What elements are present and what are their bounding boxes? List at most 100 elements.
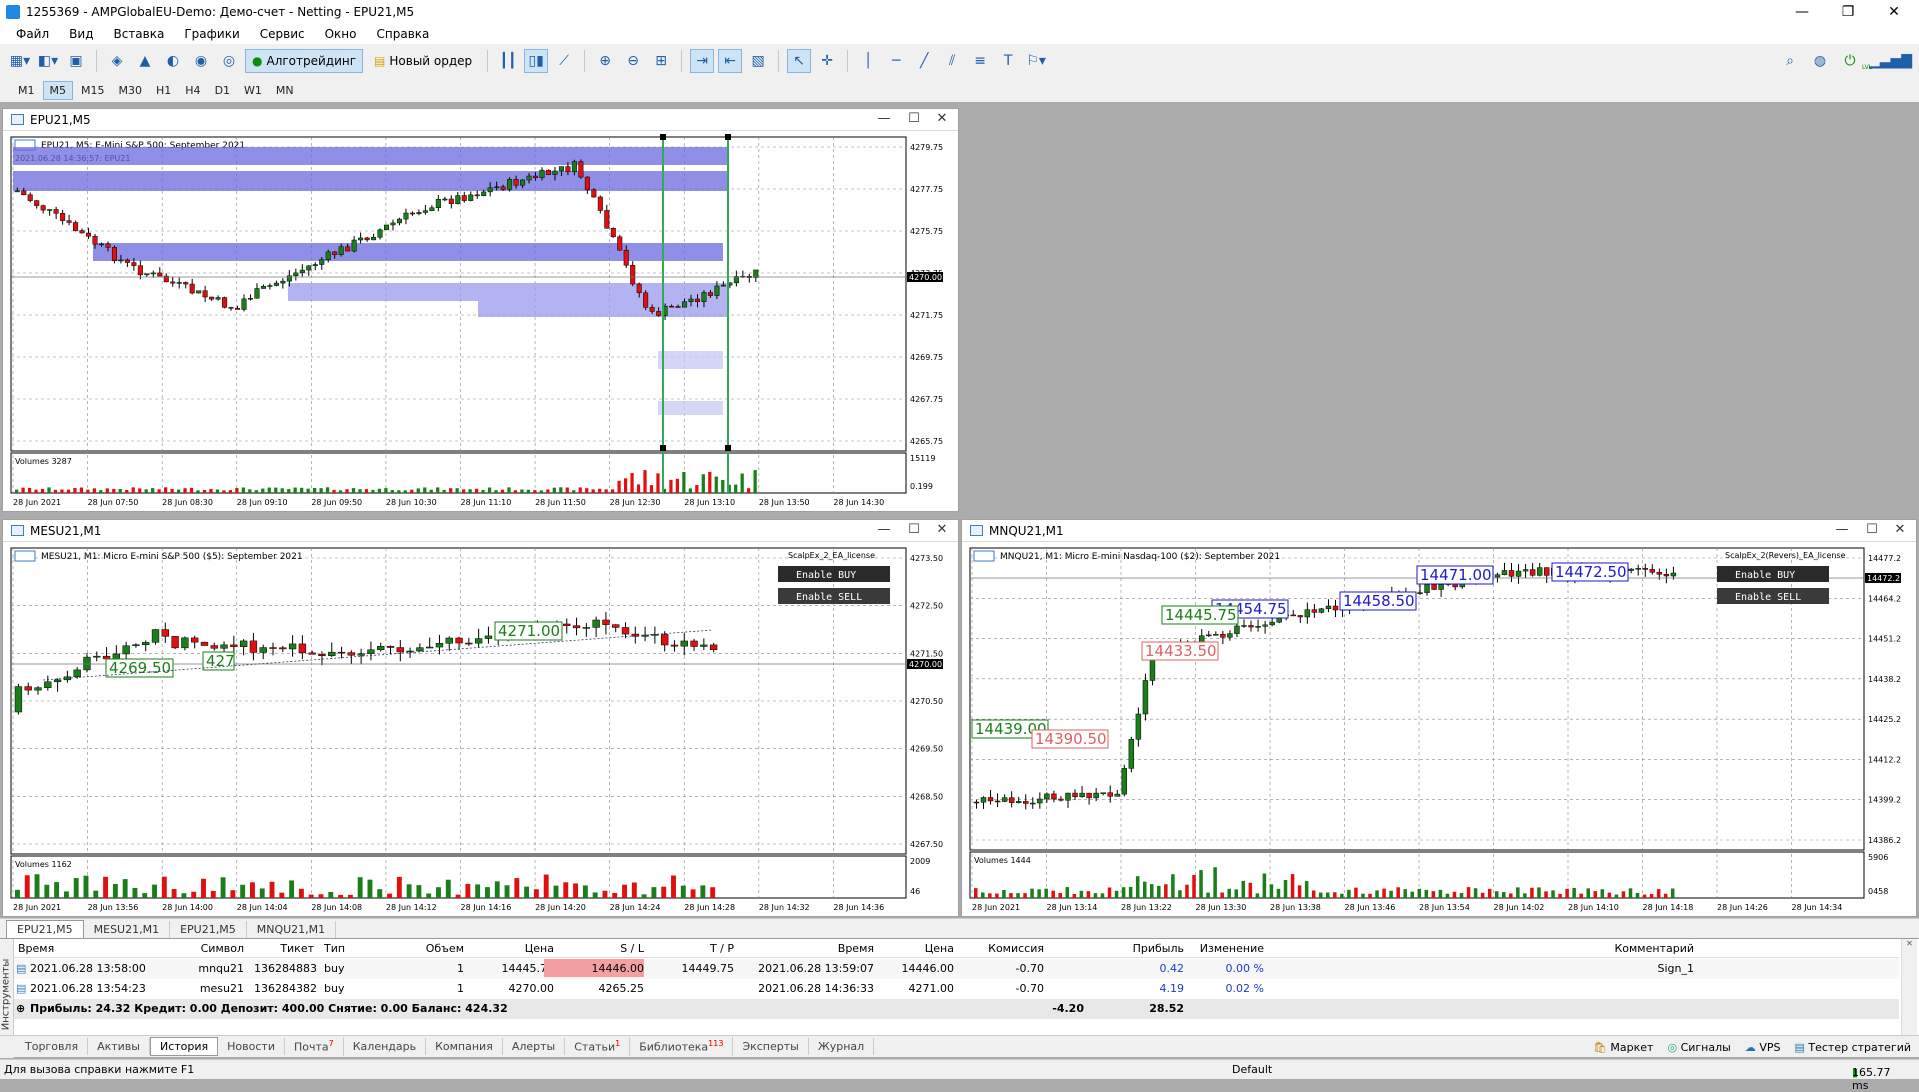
market-link[interactable]: 🛍 Маркет xyxy=(1593,1041,1654,1054)
menu-insert[interactable]: Вставка xyxy=(103,27,174,41)
indicators-icon[interactable]: ▧ xyxy=(746,49,770,73)
tf-m30[interactable]: M30 xyxy=(113,82,149,99)
minimize-button[interactable]: — xyxy=(1779,0,1825,24)
chart-close-button[interactable]: ✕ xyxy=(928,522,956,540)
restore-button[interactable]: ❐ xyxy=(1825,0,1871,24)
tf-d1[interactable]: D1 xyxy=(209,82,236,99)
bar-chart-icon[interactable]: ┃┃ xyxy=(496,49,520,73)
data-window-icon[interactable]: ◈ xyxy=(105,49,129,73)
column-header[interactable]: Символ xyxy=(184,942,244,955)
trendline-icon[interactable]: ╱ xyxy=(912,49,936,73)
search-icon[interactable]: ⌕ xyxy=(1778,49,1802,73)
column-header[interactable]: Цена xyxy=(884,942,954,955)
tf-h1[interactable]: H1 xyxy=(150,82,177,99)
tab-news[interactable]: Новости xyxy=(218,1038,285,1055)
new-chart-icon[interactable]: ▦▾ xyxy=(8,49,32,73)
chart-tab-mesu21-m1[interactable]: MESU21,M1 xyxy=(84,921,171,938)
chart-minimize-button[interactable]: — xyxy=(870,111,898,129)
table-row[interactable]: ▤ 2021.06.28 13:54:23 mesu21 136284382 buy 1 4… xyxy=(14,979,1899,999)
chart-minimize-button[interactable]: — xyxy=(1828,522,1856,540)
menu-view[interactable]: Вид xyxy=(59,27,103,41)
zoom-out-icon[interactable]: ⊖ xyxy=(621,49,645,73)
price-chart-mnqu21[interactable]: 14477.2 14464.2 14451.2 14438.2 14425.2 14412… xyxy=(962,542,1916,916)
scroll-up-icon[interactable]: ✕ xyxy=(1902,939,1917,948)
tab-experts[interactable]: Эксперты xyxy=(733,1038,809,1055)
market-watch-icon[interactable]: ▣ xyxy=(64,49,88,73)
chart-close-button[interactable]: ✕ xyxy=(928,111,956,129)
algo-trading-button[interactable]: ● Алготрейдинг xyxy=(245,49,364,73)
vertical-line-icon[interactable]: │ xyxy=(856,49,880,73)
tab-assets[interactable]: Активы xyxy=(88,1038,150,1055)
column-header[interactable]: Тикет xyxy=(254,942,314,955)
tf-m5[interactable]: M5 xyxy=(42,80,73,100)
signals-icon[interactable]: ◎ xyxy=(217,49,241,73)
chart-window-mesu21[interactable]: MESU21,M1 — ☐ ✕ 4273.50 4272.50 4271.50 427… xyxy=(2,519,959,917)
menu-help[interactable]: Справка xyxy=(367,27,440,41)
column-header[interactable]: T / P xyxy=(654,942,734,955)
chart-close-button[interactable]: ✕ xyxy=(1886,522,1914,540)
chart-tab-epu21-m5[interactable]: EPU21,M5 xyxy=(6,920,84,938)
column-header[interactable]: Объем xyxy=(404,942,464,955)
tab-journal[interactable]: Журнал xyxy=(809,1038,875,1055)
tab-library[interactable]: Библиотека113 xyxy=(630,1037,734,1056)
chart-shift-icon[interactable]: ⇤ xyxy=(718,49,743,73)
chart-window-epu21[interactable]: EPU21,M5 — ☐ ✕ 4279.754277.754275.754273… xyxy=(2,108,959,512)
expand-icon[interactable]: ⊕ xyxy=(16,1002,25,1015)
column-header[interactable]: Тип xyxy=(324,942,364,955)
tf-h4[interactable]: H4 xyxy=(179,82,206,99)
vps-link[interactable]: ☁ VPS xyxy=(1745,1041,1781,1054)
tab-company[interactable]: Компания xyxy=(426,1038,503,1055)
chart-maximize-button[interactable]: ☐ xyxy=(900,522,928,540)
profiles-icon[interactable]: ◧▾ xyxy=(36,49,60,73)
column-header[interactable]: Изменение xyxy=(1194,942,1264,955)
horizontal-line-icon[interactable]: ─ xyxy=(884,49,908,73)
column-header[interactable]: Комментарий xyxy=(1274,942,1694,955)
tab-articles[interactable]: Статьи1 xyxy=(565,1037,631,1056)
tester-icon[interactable]: ◉ xyxy=(189,49,213,73)
cursor-icon[interactable]: ↖ xyxy=(787,49,812,73)
shapes-icon[interactable]: ⚐▾ xyxy=(1024,49,1048,73)
crosshair-icon[interactable]: ✛ xyxy=(815,49,839,73)
terminal-icon[interactable]: ◐ xyxy=(161,49,185,73)
auto-scroll-icon[interactable]: ⇥ xyxy=(690,49,715,73)
chart-tab-mnqu21-m1[interactable]: MNQU21,M1 xyxy=(247,921,337,938)
tile-windows-icon[interactable]: ⊞ xyxy=(649,49,673,73)
tab-trade[interactable]: Торговля xyxy=(16,1038,89,1055)
tab-mail[interactable]: Почта7 xyxy=(285,1037,344,1056)
fibo-icon[interactable]: ≡ xyxy=(968,49,992,73)
tab-alerts[interactable]: Алерты xyxy=(503,1038,566,1055)
navigator-icon[interactable]: ▲ xyxy=(133,49,157,73)
channel-icon[interactable]: ⫽ xyxy=(940,49,964,73)
chart-maximize-button[interactable]: ☐ xyxy=(900,111,928,129)
chart-minimize-button[interactable]: — xyxy=(870,522,898,540)
column-header[interactable]: S / L xyxy=(544,942,644,955)
tf-m1[interactable]: M1 xyxy=(12,82,41,99)
zoom-in-icon[interactable]: ⊕ xyxy=(593,49,617,73)
menu-tools[interactable]: Сервис xyxy=(250,27,315,41)
column-header[interactable]: Время xyxy=(734,942,874,955)
column-header[interactable]: Комиссия xyxy=(974,942,1044,955)
new-order-button[interactable]: ▤ Новый ордер xyxy=(367,49,479,73)
chart-tab-epu21-m5-2[interactable]: EPU21,M5 xyxy=(170,921,247,938)
tf-mn[interactable]: MN xyxy=(270,82,300,99)
menu-file[interactable]: Файл xyxy=(6,27,59,41)
price-chart-epu21[interactable]: 4279.754277.754275.754273.754271.754269.… xyxy=(3,131,958,511)
menu-charts[interactable]: Графики xyxy=(174,27,249,41)
chart-window-mnqu21[interactable]: MNQU21,M1 — ☐ ✕ 14477.2 14464.2 14451.2 144… xyxy=(961,519,1917,917)
tab-calendar[interactable]: Календарь xyxy=(344,1038,427,1055)
column-header[interactable]: Прибыль xyxy=(1104,942,1184,955)
signals-link[interactable]: ◎ Сигналы xyxy=(1667,1041,1730,1054)
menu-window[interactable]: Окно xyxy=(315,27,367,41)
account-icon[interactable]: ◍ xyxy=(1808,49,1832,73)
tf-m15[interactable]: M15 xyxy=(75,82,111,99)
line-chart-icon[interactable]: ⟋ xyxy=(552,49,576,73)
column-header[interactable]: Время xyxy=(18,942,168,955)
table-row[interactable]: ▤ 2021.06.28 13:58:00 mnqu21 136284883 buy 1 1… xyxy=(14,959,1899,979)
tf-w1[interactable]: W1 xyxy=(238,82,268,99)
chart-maximize-button[interactable]: ☐ xyxy=(1858,522,1886,540)
close-button[interactable]: ✕ xyxy=(1871,0,1917,24)
text-icon[interactable]: T xyxy=(996,49,1020,73)
tab-history[interactable]: История xyxy=(149,1037,219,1056)
price-chart-mesu21[interactable]: 4273.50 4272.50 4271.50 4270.50 4269.50 4268.… xyxy=(3,542,958,916)
tester-link[interactable]: ▤ Тестер стратегий xyxy=(1794,1041,1911,1054)
